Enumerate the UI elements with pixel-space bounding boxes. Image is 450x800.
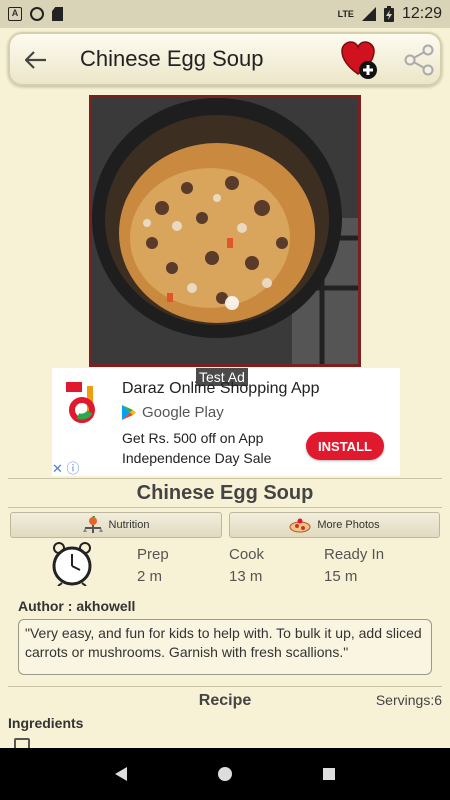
prep-time: Prep 2 m: [137, 544, 169, 588]
soup-pot-image: [92, 98, 358, 364]
servings-count: Servings:6: [375, 692, 442, 708]
install-button[interactable]: INSTALL: [306, 432, 384, 460]
google-play-row: Google Play: [122, 404, 224, 421]
back-triangle-icon[interactable]: [114, 766, 128, 782]
ready-label: Ready In: [324, 546, 385, 563]
recipe-photo[interactable]: [89, 95, 361, 367]
clock-time: 12:29: [401, 5, 442, 22]
ad-title: Daraz Online Shopping App: [122, 380, 320, 397]
cook-value: 13 m: [229, 568, 263, 585]
ad-close-info-icon[interactable]: ✕ ⓘ: [52, 458, 80, 477]
ready-time: Ready In 15 m: [324, 544, 384, 588]
ready-value: 15 m: [324, 568, 358, 585]
add-favorite-button[interactable]: [340, 40, 380, 80]
back-button[interactable]: [20, 44, 52, 76]
prep-value: 2 m: [137, 568, 163, 585]
sd-card-icon: [52, 7, 63, 21]
google-play-icon: [122, 405, 136, 420]
favorite-add-icon: [341, 41, 377, 79]
more-photos-label: More Photos: [317, 519, 380, 531]
nutrition-label: Nutrition: [108, 519, 150, 531]
ingredients-heading: Ingredients: [8, 715, 84, 731]
network-type: LTE: [337, 9, 354, 19]
battery-icon: [383, 6, 394, 22]
ad-description: Get Rs. 500 off on App Independence Day …: [122, 428, 271, 468]
more-photos-icon: [289, 518, 311, 533]
ad-banner[interactable]: Test Ad Daraz Online Shopping App Google…: [52, 368, 400, 476]
page-title: Chinese Egg Soup: [80, 46, 264, 71]
system-nav-bar: [0, 748, 450, 800]
divider: [8, 507, 442, 508]
toolbar: Chinese Egg Soup: [8, 32, 442, 86]
prep-label: Prep: [137, 546, 169, 563]
daraz-logo-icon: [66, 382, 95, 423]
clock-icon: [52, 542, 92, 586]
author-label[interactable]: Author : akhowell: [18, 598, 135, 614]
cook-label: Cook: [229, 546, 265, 563]
notification-a-icon: A: [8, 7, 22, 21]
recipe-title: Chinese Egg Soup: [136, 482, 314, 504]
cook-time: Cook 13 m: [229, 544, 264, 588]
signal-icon: [361, 7, 376, 21]
more-photos-button[interactable]: More Photos: [229, 512, 440, 538]
sync-circle-icon: [30, 7, 44, 21]
recipe-description: "Very easy, and fun for kids to help wit…: [18, 619, 432, 675]
ad-line-1: Get Rs. 500 off on App: [122, 430, 264, 446]
recents-square-icon[interactable]: [322, 767, 336, 781]
share-icon: [404, 44, 434, 76]
store-name: Google Play: [142, 404, 224, 421]
divider: [8, 478, 442, 479]
share-button[interactable]: [402, 43, 436, 77]
home-circle-icon[interactable]: [217, 766, 233, 782]
back-arrow-icon: [25, 51, 46, 69]
ad-line-2: Independence Day Sale: [122, 450, 272, 466]
nutrition-icon: [82, 516, 103, 533]
nutrition-button[interactable]: Nutrition: [10, 512, 222, 538]
divider: [8, 686, 442, 687]
status-bar: A LTE 12:29: [0, 0, 450, 28]
